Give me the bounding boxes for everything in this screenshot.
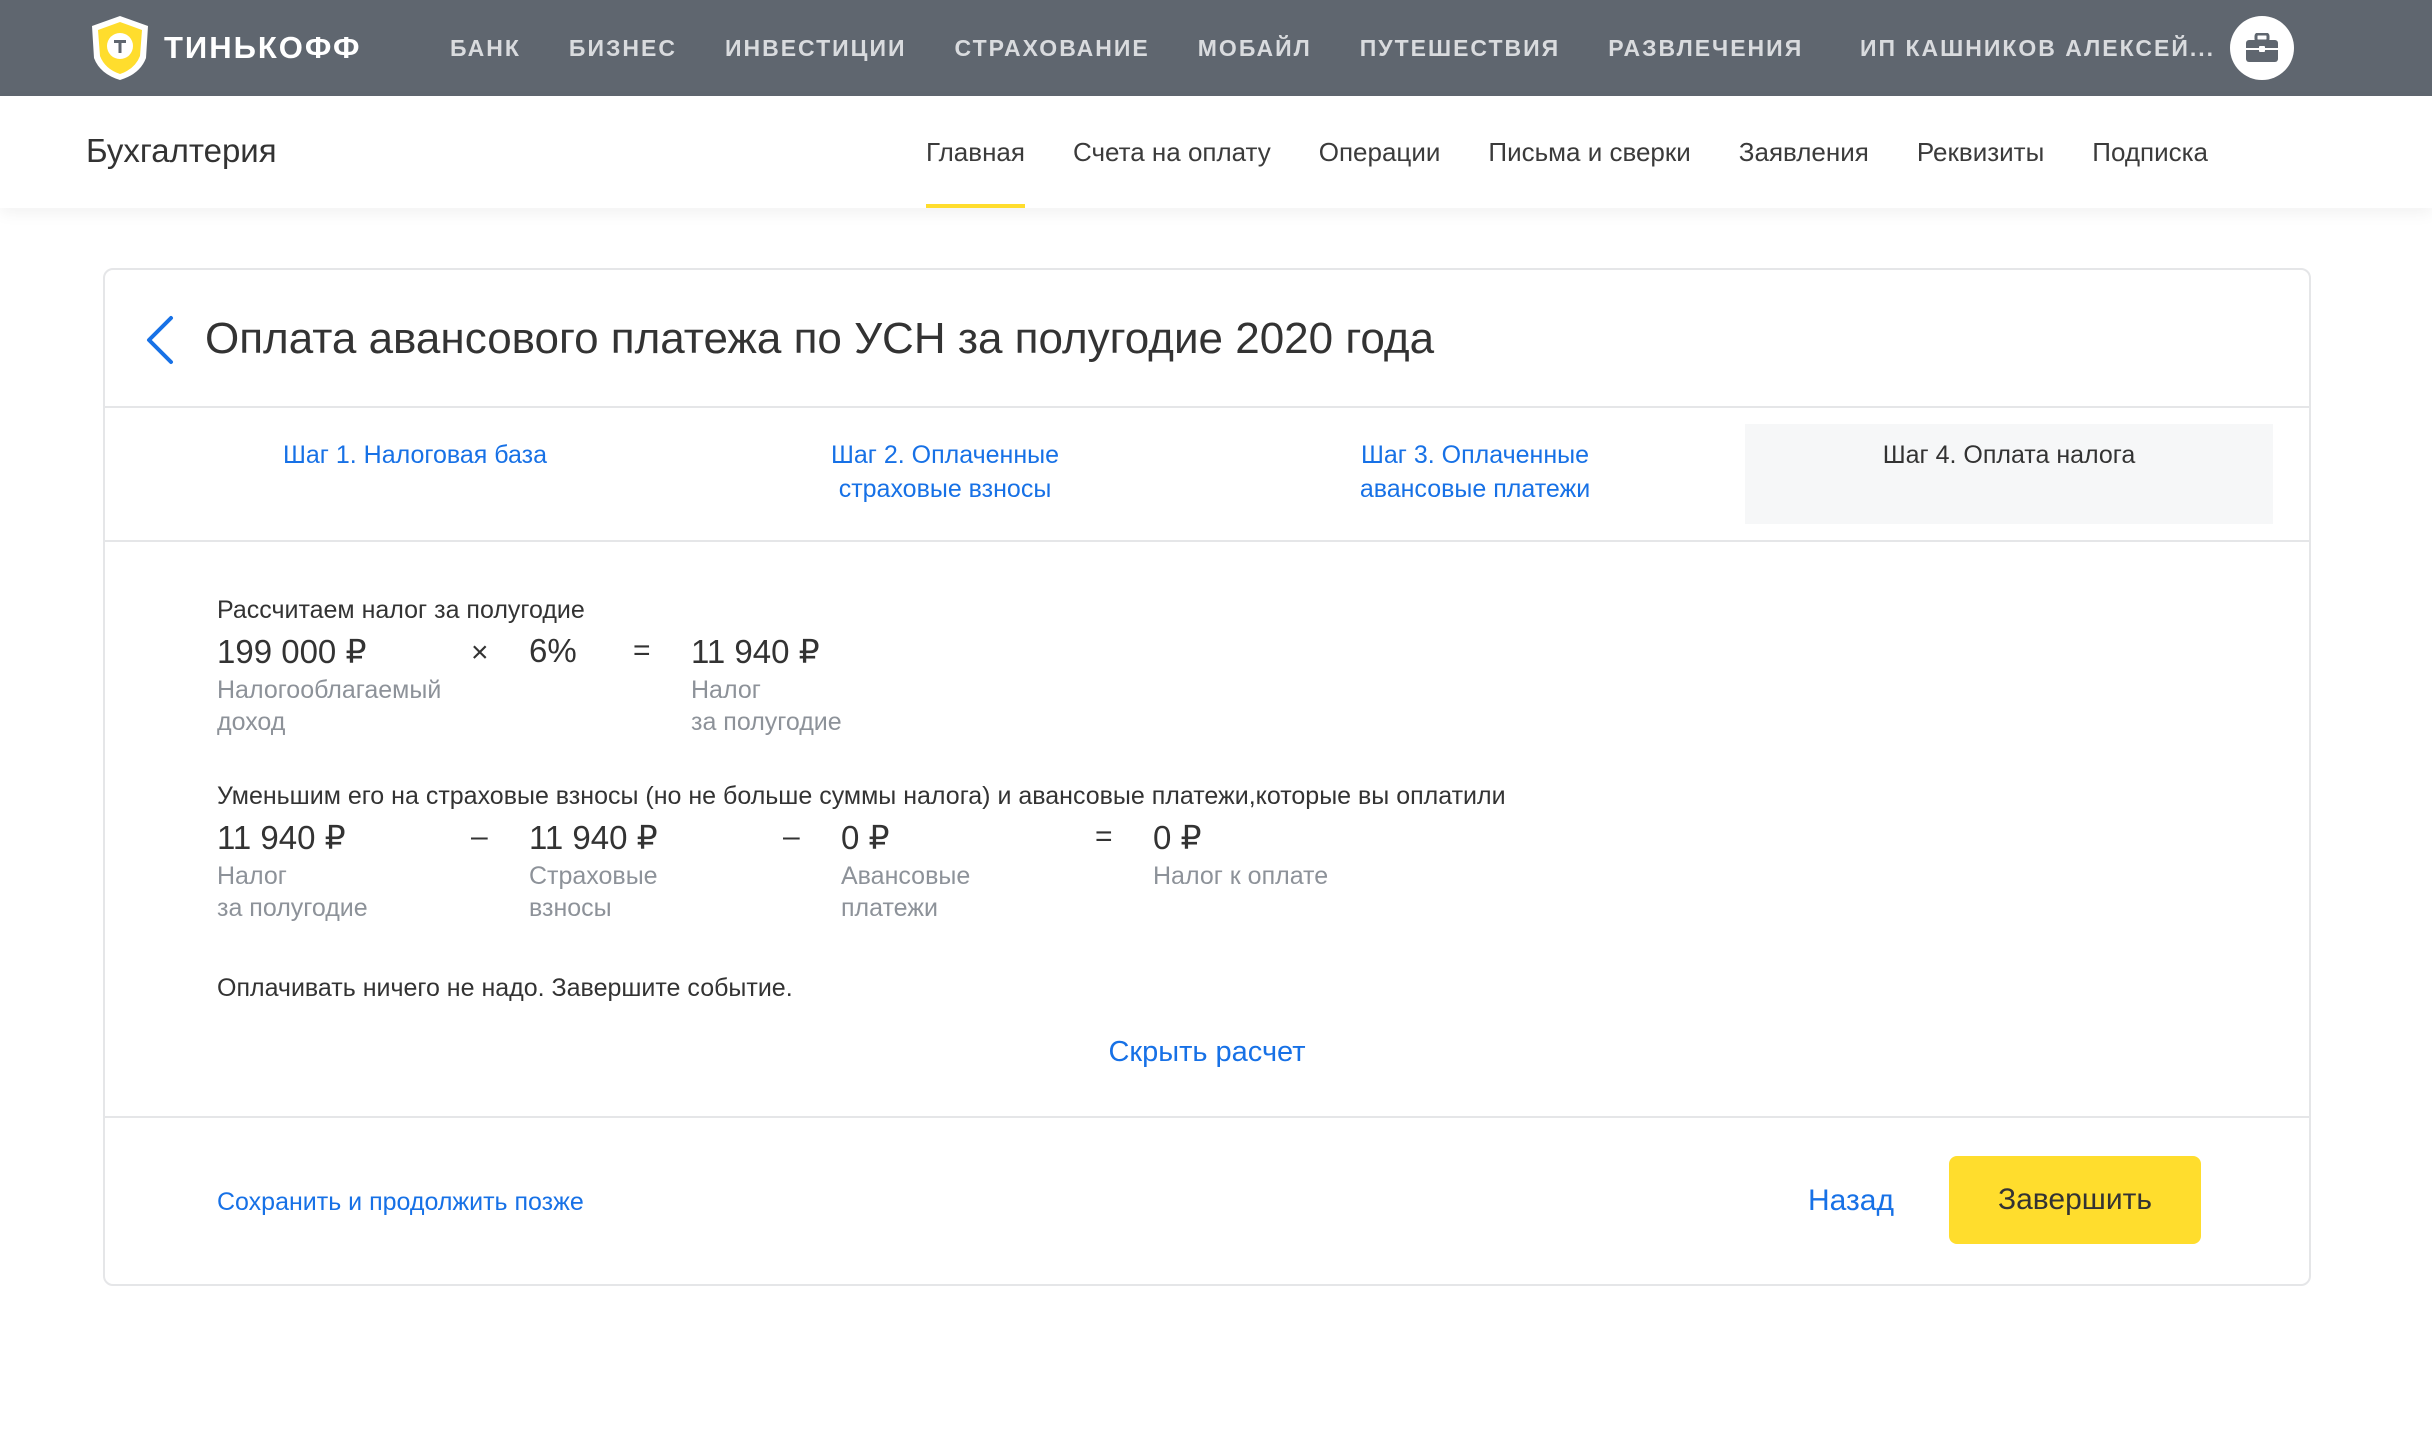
sub-header: Бухгалтерия Главная Счета на оплату Опер…: [0, 96, 2432, 208]
taxable-income-caption: Налогооблагаемый доход: [217, 676, 442, 736]
save-and-continue-later-link[interactable]: Сохранить и продолжить позже: [217, 1188, 584, 1217]
calc-note: Оплачивать ничего не надо. Завершите соб…: [217, 974, 793, 1002]
card-header: Оплата авансового платежа по УСН за полу…: [105, 270, 2309, 408]
top-nav-bank[interactable]: БАНК: [450, 35, 521, 62]
top-nav-business[interactable]: БИЗНЕС: [569, 35, 677, 62]
top-nav-insurance[interactable]: СТРАХОВАНИЕ: [955, 35, 1150, 62]
back-link[interactable]: Назад: [1808, 1184, 1894, 1218]
taxable-income-value: 199 000 ₽: [217, 633, 367, 670]
calc2-heading: Уменьшим его на страховые взносы (но не …: [217, 782, 1506, 810]
half-year-tax-value: 11 940 ₽: [691, 633, 820, 670]
calc1-heading: Рассчитаем налог за полугодие: [217, 596, 585, 624]
finish-button[interactable]: Завершить: [1949, 1156, 2201, 1244]
top-nav-entertainment[interactable]: РАЗВЛЕЧЕНИЯ: [1608, 35, 1803, 62]
tinkoff-emblem-icon: [92, 16, 148, 80]
section-nav-applications[interactable]: Заявления: [1739, 96, 1869, 208]
brand-name: ТИНЬКОФФ: [164, 30, 362, 65]
back-arrow-icon[interactable]: [141, 314, 181, 366]
section-nav-subscription[interactable]: Подписка: [2092, 96, 2208, 208]
minus-sign-2: –: [783, 820, 800, 853]
section-title: Бухгалтерия: [86, 132, 277, 169]
top-nav-travel[interactable]: ПУТЕШЕСТВИЯ: [1360, 35, 1560, 62]
step-3-tab[interactable]: Шаг 3. Оплаченные авансовые платежи: [1265, 424, 1685, 524]
calc2-tax-caption: Налог за полугодие: [217, 862, 368, 922]
equals-sign-1: =: [633, 634, 651, 667]
hide-calculation-link[interactable]: Скрыть расчет: [105, 1036, 2309, 1069]
minus-sign-1: –: [471, 820, 488, 853]
top-nav: БАНК БИЗНЕС ИНВЕСТИЦИИ СТРАХОВАНИЕ МОБАЙ…: [450, 0, 1851, 96]
user-name[interactable]: ИП КАШНИКОВ АЛЕКСЕЙ...: [1860, 0, 2215, 96]
insurance-caption: Страховые взносы: [529, 862, 658, 922]
section-nav-letters[interactable]: Письма и сверки: [1488, 96, 1690, 208]
equals-sign-2: =: [1095, 820, 1113, 853]
step-2-tab[interactable]: Шаг 2. Оплаченные страховые взносы: [735, 424, 1155, 524]
advances-value: 0 ₽: [841, 819, 890, 856]
multiply-sign: ×: [471, 636, 489, 669]
step-1-tab[interactable]: Шаг 1. Налоговая база: [205, 424, 625, 524]
section-nav-operations[interactable]: Операции: [1319, 96, 1441, 208]
brand-logo[interactable]: ТИНЬКОФФ: [86, 14, 361, 82]
briefcase-icon: [2246, 33, 2278, 62]
calc2-tax-value: 11 940 ₽: [217, 819, 346, 856]
advances-caption: Авансовые платежи: [841, 862, 971, 922]
section-nav-requisites[interactable]: Реквизиты: [1917, 96, 2044, 208]
tax-to-pay-caption: Налог к оплате: [1153, 862, 1329, 890]
top-nav-mobile[interactable]: МОБАЙЛ: [1198, 35, 1312, 62]
step-4-tab[interactable]: Шаг 4. Оплата налога: [1745, 424, 2273, 524]
steps-bar: Шаг 1. Налоговая база Шаг 2. Оплаченные …: [105, 408, 2309, 542]
card-footer: Сохранить и продолжить позже Назад Завер…: [105, 1116, 2309, 1286]
half-year-tax-caption: Налог за полугодие: [691, 676, 842, 736]
tax-to-pay-value: 0 ₽: [1153, 819, 1202, 856]
top-bar: ТИНЬКОФФ БАНК БИЗНЕС ИНВЕСТИЦИИ СТРАХОВА…: [0, 0, 2432, 96]
top-nav-investments[interactable]: ИНВЕСТИЦИИ: [725, 35, 907, 62]
user-avatar-button[interactable]: [2230, 16, 2294, 80]
section-nav-main[interactable]: Главная: [926, 96, 1025, 208]
tax-rate-value: 6%: [529, 632, 577, 669]
insurance-value: 11 940 ₽: [529, 819, 658, 856]
tax-payment-card: Оплата авансового платежа по УСН за полу…: [103, 268, 2311, 1286]
section-nav-invoices[interactable]: Счета на оплату: [1073, 96, 1271, 208]
card-title: Оплата авансового платежа по УСН за полу…: [205, 314, 1435, 363]
section-nav: Главная Счета на оплату Операции Письма …: [926, 96, 2256, 208]
